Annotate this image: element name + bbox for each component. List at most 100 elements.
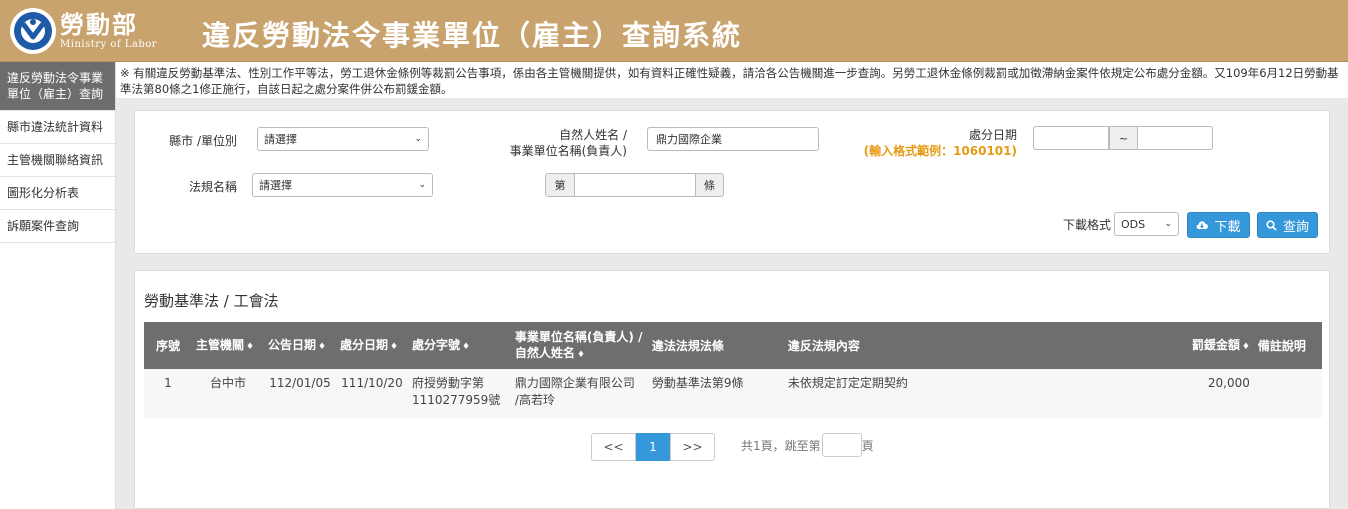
col-header-remark: 備註說明 [1253,322,1322,369]
col-header-content: 違反法規內容 [783,322,1188,369]
col-header-penalty-date[interactable]: 處分日期 ♦ [335,322,408,369]
query-button-label: 查詢 [1282,219,1309,235]
name-label: 自然人姓名 / 事業單位名稱(負責人) [475,127,627,159]
chevron-down-icon: ⌄ [418,180,426,190]
col-header-seq-label: 序號 [155,338,180,353]
table-header-row: 序號 主管機關 ♦ 公告日期 ♦ 處分日期 ♦ 處分字號 ♦ 事業單位名稱(負責人) /… [144,322,1322,369]
pagination: << 1 >> [591,433,715,461]
col-header-announce-date[interactable]: 公告日期 ♦ [263,322,336,369]
sidebar-item-appeal-query[interactable]: 訴願案件查詢 [0,210,115,243]
page-jump-input[interactable] [821,433,862,457]
sidebar-item-authority-contacts[interactable]: 主管機關聯絡資訊 [0,144,115,177]
law-label: 法規名稱 [188,180,237,194]
date-label-block: 處分日期 (輸入格式範例：1060101) [835,127,1017,159]
download-format-label: 下載格式 [1062,218,1111,232]
system-title: 違反勞動法令事業單位（雇主）查詢系統 [202,19,743,52]
col-header-authority-label: 主管機關 [195,337,244,352]
col-header-fine[interactable]: 罰鍰金額 ♦ [1187,322,1254,369]
sort-icon: ♦ [246,341,255,352]
download-button[interactable]: 下載 [1187,212,1250,238]
download-format-value: ODS [1121,217,1146,231]
cell-remark [1253,369,1322,418]
cell-doc-no: 府授勞動字第 1110277959號 [407,369,511,418]
col-header-law-label: 違法法規法條 [651,338,724,353]
col-header-fine-label: 罰鍰金額 [1191,337,1240,352]
date-format-hint: (輸入格式範例：1060101) [863,144,1017,158]
ministry-emblem-icon [10,8,56,54]
sidebar-item-county-stats[interactable]: 縣市違法統計資料 [0,111,115,144]
logo-chinese: 勞動部 [60,10,138,39]
cell-penalty-date: 111/10/20 [335,369,408,418]
notice-text: ※ 有關違反勞動基準法、性別工作平等法，勞工退休金條例等裁罰公告事項，係由各主管… [116,62,1348,98]
page-info-suffix: 頁 [861,438,874,453]
cell-doc-no-line2: 1110277959號 [411,393,501,407]
cell-authority: 台中市 [191,369,264,418]
download-format-select[interactable]: ODS ⌄ [1114,212,1179,236]
page-info-prefix: 共1頁，跳至第 [741,438,821,453]
date-end-input[interactable] [1137,126,1213,150]
date-start-input[interactable] [1033,126,1109,150]
sidebar-item-employer-query[interactable]: 違反勞動法令事業單位（雇主）查詢 [0,62,115,111]
col-header-penalty-date-label: 處分日期 [339,337,388,352]
page-jump: 共1頁，跳至第 頁 [741,433,874,457]
article-number-input[interactable] [574,173,696,197]
chevron-down-icon: ⌄ [414,134,422,144]
col-header-remark-label: 備註說明 [1257,338,1306,353]
cell-doc-no-line1: 府授勞動字第 [411,376,484,390]
date-range-separator: ~ [1109,126,1138,150]
col-header-doc-no-label: 處分字號 [411,337,460,352]
county-select[interactable]: 請選擇 ⌄ [257,127,429,151]
sidebar-nav: 違反勞動法令事業單位（雇主）查詢 縣市違法統計資料 主管機關聯絡資訊 圖形化分析… [0,62,116,509]
col-header-announce-date-label: 公告日期 [267,337,316,352]
sort-icon: ♦ [576,349,586,360]
sort-icon: ♦ [1241,341,1250,352]
col-header-employer-line1: 事業單位名稱(負責人) / [514,329,643,344]
col-header-seq: 序號 [144,322,192,369]
col-header-authority[interactable]: 主管機關 ♦ [191,322,264,369]
col-header-doc-no[interactable]: 處分字號 ♦ [407,322,511,369]
col-header-content-label: 違反法規內容 [787,338,860,353]
cloud-download-icon [1197,221,1209,230]
sidebar-item-chart-analysis[interactable]: 圖形化分析表 [0,177,115,210]
cell-employer-line1: 鼎力國際企業有限公司 [514,376,635,390]
sort-icon: ♦ [317,341,327,352]
article-suffix: 條 [695,173,724,197]
employer-name-input[interactable]: 鼎力國際企業 [647,127,819,151]
cell-content: 未依規定訂定定期契約 [783,369,1188,418]
county-label: 縣市 /單位別 [169,134,237,148]
table-row: 1 台中市 112/01/05 111/10/20 府授勞動字第 1110277… [144,369,1322,418]
query-button[interactable]: 查詢 [1257,212,1318,238]
law-select[interactable]: 請選擇 ⌄ [252,173,433,197]
results-table: 序號 主管機關 ♦ 公告日期 ♦ 處分日期 ♦ 處分字號 ♦ 事業單位名稱(負責人) /… [144,322,1322,418]
logo-english: Ministry of Labor [60,38,158,50]
date-label: 處分日期 [968,128,1017,142]
result-panel: 勞動基準法 / 工會法 序號 主管機關 ♦ 公告日期 ♦ 處分日期 ♦ 處分字號 ♦ 事… [134,270,1330,509]
page-1-button[interactable]: 1 [636,433,670,461]
ministry-logo[interactable]: 勞動部 Ministry of Labor [10,8,157,54]
download-button-label: 下載 [1214,219,1241,235]
county-select-value: 請選擇 [264,133,297,146]
sort-icon: ♦ [461,341,471,352]
search-panel: 縣市 /單位別 請選擇 ⌄ 自然人姓名 / 事業單位名稱(負責人) 鼎力國際企業… [134,110,1330,254]
cell-seq: 1 [144,369,192,418]
cell-law: 勞動基準法第9條 [647,369,784,418]
col-header-employer[interactable]: 事業單位名稱(負責人) / 自然人姓名 ♦ [510,322,648,369]
article-prefix: 第 [545,173,575,197]
cell-fine: 20,000 [1187,369,1254,418]
cell-employer-line2: /高若玲 [514,393,555,407]
law-select-value: 請選擇 [259,179,292,192]
prev-page-button[interactable]: << [591,433,636,461]
col-header-employer-line2: 自然人姓名 [514,345,575,360]
logo-text: 勞動部 Ministry of Labor [60,13,157,50]
name-label-line1: 自然人姓名 / [559,128,627,142]
cell-employer: 鼎力國際企業有限公司 /高若玲 [510,369,648,418]
app-header: 勞動部 Ministry of Labor 違反勞動法令事業單位（雇主）查詢系統 [0,0,1348,62]
search-icon [1266,219,1277,231]
sort-icon: ♦ [389,341,399,352]
result-section-title: 勞動基準法 / 工會法 [144,292,279,310]
chevron-down-icon: ⌄ [1164,219,1172,229]
next-page-button[interactable]: >> [670,433,715,461]
cell-announce-date: 112/01/05 [263,369,336,418]
name-label-line2: 事業單位名稱(負責人) [509,144,627,158]
col-header-law: 違法法規法條 [647,322,784,369]
